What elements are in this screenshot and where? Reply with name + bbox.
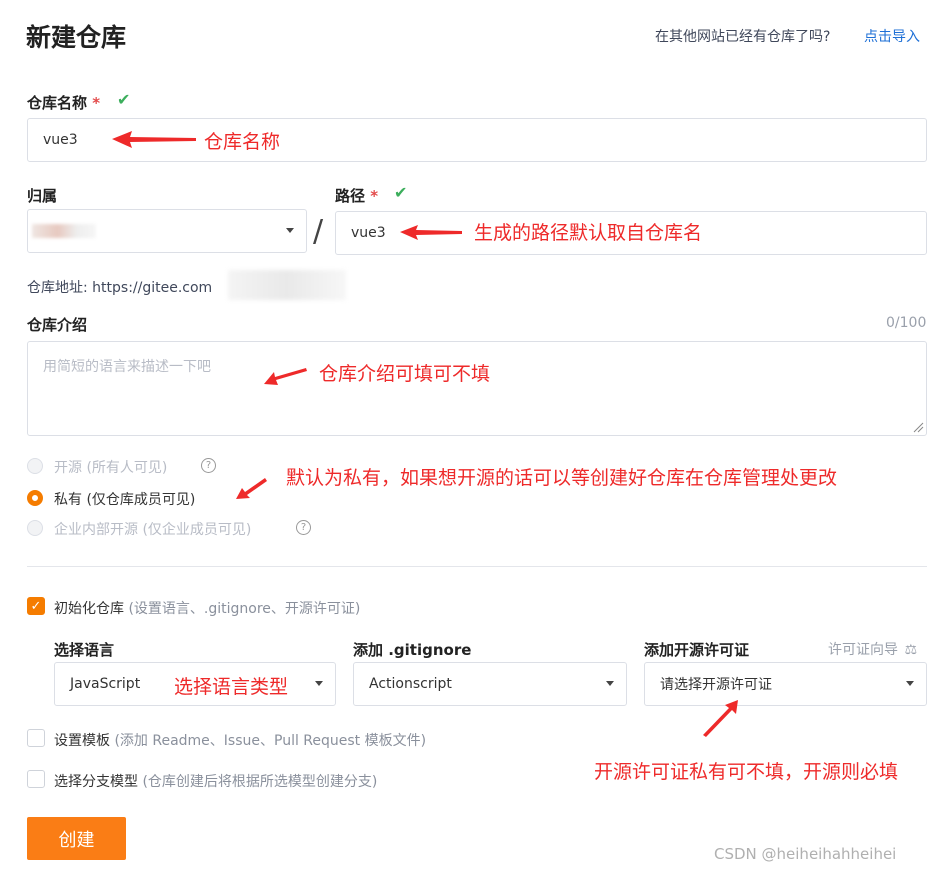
blurred-address <box>228 270 346 300</box>
path-separator: / <box>313 214 324 249</box>
desc-placeholder: 用简短的语言来描述一下吧 <box>43 359 211 375</box>
path-label-text: 路径 <box>335 187 366 205</box>
resize-handle-icon[interactable] <box>912 421 924 433</box>
divider <box>27 566 927 567</box>
annotation-language: 选择语言类型 <box>174 676 289 698</box>
repo-name-label: 仓库名称 * <box>27 92 100 113</box>
template-label-text: 设置模板 <box>54 733 110 749</box>
init-label: 初始化仓库 (设置语言、.gitignore、开源许可证) <box>54 598 360 618</box>
help-icon[interactable]: ? <box>296 520 311 535</box>
init-checkbox[interactable]: ✓ <box>27 597 45 615</box>
license-label: 添加开源许可证 <box>644 641 750 659</box>
init-label-text: 初始化仓库 <box>54 601 124 617</box>
radio-enterprise-label: 企业内部开源 (仅企业成员可见) <box>54 522 252 538</box>
chevron-down-icon <box>286 228 294 233</box>
watermark: CSDN @heiheihahheihei <box>714 845 897 863</box>
license-guide-link[interactable]: 许可证向导 ⚖ <box>828 639 917 659</box>
radio-open-label: 开源 (所有人可见) <box>54 460 168 476</box>
branch-hint: (仓库创建后将根据所选模型创建分支) <box>142 774 378 790</box>
annotation-arrow-icon <box>236 478 267 499</box>
path-value: vue3 <box>351 225 386 241</box>
language-value: JavaScript <box>70 676 141 692</box>
desc-counter: 0/100 <box>886 315 927 331</box>
annotation-path: 生成的路径默认取自仓库名 <box>474 222 703 244</box>
init-hint: (设置语言、.gitignore、开源许可证) <box>128 601 361 617</box>
help-icon[interactable]: ? <box>201 458 216 473</box>
check-icon: ✔ <box>117 90 131 109</box>
license-select[interactable]: 请选择开源许可证 <box>644 662 927 706</box>
license-guide-text: 许可证向导 <box>828 642 898 658</box>
chevron-down-icon <box>906 681 914 686</box>
gitignore-select[interactable]: Actionscript <box>353 662 627 706</box>
required-mark: * <box>92 94 101 112</box>
annotation-arrow-icon <box>264 368 307 385</box>
branch-label-text: 选择分支模型 <box>54 774 138 790</box>
repo-address: 仓库地址: https://gitee.com <box>27 280 213 296</box>
desc-label: 仓库介绍 <box>27 316 88 334</box>
required-mark: * <box>370 187 379 205</box>
template-checkbox[interactable] <box>27 729 45 747</box>
annotation-private: 默认为私有，如果想开源的话可以等创建好仓库在仓库管理处更改 <box>286 467 838 489</box>
page-title: 新建仓库 <box>26 23 127 52</box>
template-label: 设置模板 (添加 Readme、Issue、Pull Request 模板文件) <box>54 730 426 750</box>
gitignore-label: 添加 .gitignore <box>353 641 472 659</box>
gitignore-value: Actionscript <box>369 676 452 692</box>
repo-name-value: vue3 <box>43 132 78 148</box>
radio-open[interactable] <box>27 458 43 474</box>
radio-private[interactable] <box>27 490 43 506</box>
path-label: 路径 * <box>335 185 378 206</box>
create-button[interactable]: 创建 <box>27 817 126 860</box>
annotation-arrow-icon <box>703 700 738 737</box>
annotation-license: 开源许可证私有可不填，开源则必填 <box>594 761 899 783</box>
repo-name-label-text: 仓库名称 <box>27 94 88 112</box>
owner-select[interactable] <box>27 209 307 253</box>
annotation-desc: 仓库介绍可填可不填 <box>319 363 491 385</box>
branch-label: 选择分支模型 (仓库创建后将根据所选模型创建分支) <box>54 771 377 791</box>
check-icon: ✔ <box>394 183 408 202</box>
template-hint: (添加 Readme、Issue、Pull Request 模板文件) <box>114 733 427 749</box>
desc-textarea[interactable]: 用简短的语言来描述一下吧 <box>27 341 927 436</box>
language-label: 选择语言 <box>54 641 115 659</box>
chevron-down-icon <box>315 681 323 686</box>
annotation-repo-name: 仓库名称 <box>204 131 281 153</box>
license-placeholder: 请选择开源许可证 <box>660 677 772 693</box>
owner-label: 归属 <box>27 187 58 205</box>
import-link[interactable]: 点击导入 <box>864 26 920 46</box>
radio-private-label: 私有 (仅仓库成员可见) <box>54 492 196 508</box>
scale-icon: ⚖ <box>904 642 918 658</box>
blurred-owner <box>32 224 96 238</box>
chevron-down-icon <box>606 681 614 686</box>
radio-enterprise[interactable] <box>27 520 43 536</box>
branch-checkbox[interactable] <box>27 770 45 788</box>
annotation-arrow-icon <box>400 225 462 240</box>
annotation-arrow-icon <box>112 131 196 148</box>
import-question: 在其他网站已经有仓库了吗? <box>655 29 831 45</box>
